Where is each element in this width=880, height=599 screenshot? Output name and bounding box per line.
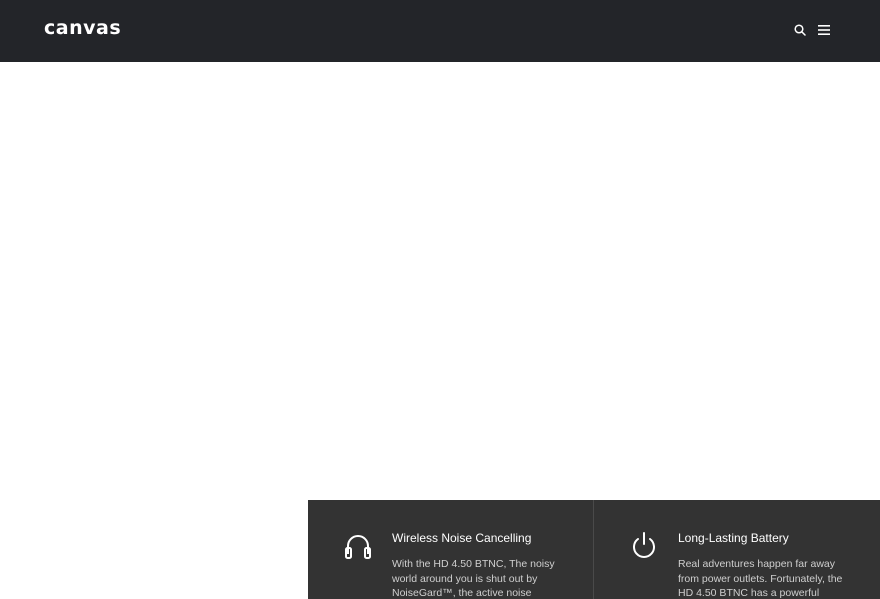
- feature-title: Wireless Noise Cancelling: [392, 531, 532, 545]
- power-icon: [633, 532, 655, 558]
- features-panel: Wireless Noise Cancelling With the HD 4.…: [308, 500, 880, 599]
- site-logo[interactable]: canvas: [44, 17, 121, 39]
- feature-item: Wireless Noise Cancelling With the HD 4.…: [308, 500, 593, 599]
- search-icon: [794, 24, 806, 36]
- hero-area: [0, 62, 880, 500]
- top-header: canvas: [0, 0, 880, 62]
- feature-description: With the HD 4.50 BTNC, The noisy world a…: [392, 558, 555, 599]
- menu-icon: [818, 25, 830, 35]
- feature-description: Real adventures happen far away from pow…: [678, 558, 843, 599]
- headphones-icon: [345, 535, 371, 559]
- feature-item: Long-Lasting Battery Real adventures hap…: [593, 500, 879, 599]
- feature-title: Long-Lasting Battery: [678, 531, 789, 545]
- search-button[interactable]: [791, 21, 809, 39]
- menu-button[interactable]: [815, 21, 833, 39]
